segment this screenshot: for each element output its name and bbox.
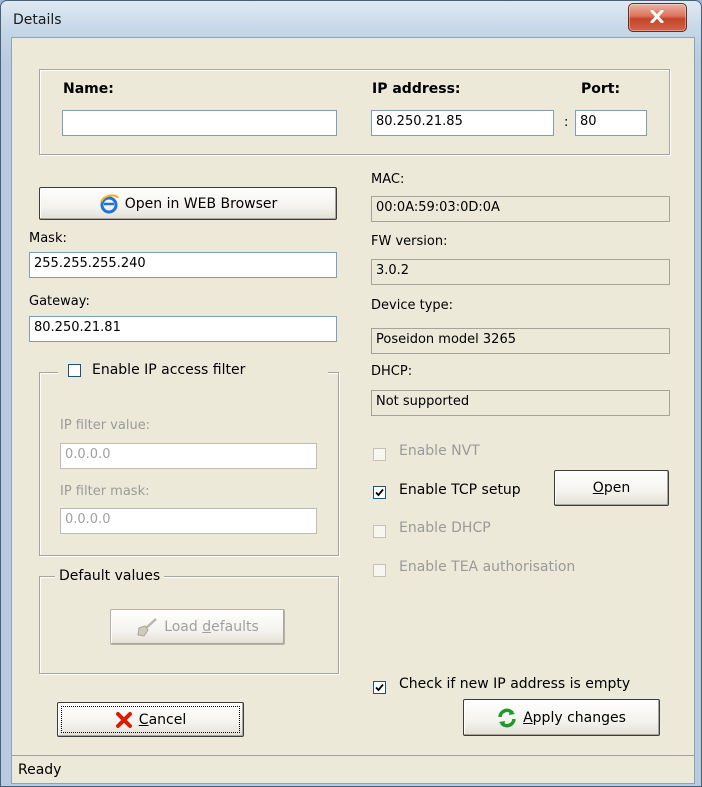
ip-filter-legend: Enable IP access filter — [58, 360, 328, 382]
check-new-ip-empty-label: Check if new IP address is empty — [399, 676, 631, 692]
ip-filter-mask-input[interactable]: 0.0.0.0 — [60, 508, 317, 534]
port-input[interactable]: 80 — [575, 110, 647, 136]
enable-tcp-setup-checkbox[interactable] — [373, 486, 386, 499]
mac-label: MAC: — [371, 172, 405, 187]
open-web-browser-label: Open in WEB Browser — [124, 195, 278, 212]
dialog-client: Name: IP address: 80.250.21.85 : Port: 8… — [11, 37, 695, 757]
check-new-ip-empty-checkbox[interactable] — [373, 681, 386, 694]
ie-icon — [99, 193, 119, 213]
enable-ip-filter-label: Enable IP access filter — [92, 362, 246, 378]
close-icon — [650, 10, 664, 23]
cancel-x-icon — [115, 711, 132, 728]
mask-input[interactable]: 255.255.255.240 — [29, 252, 337, 278]
default-values-legend: Default values — [55, 568, 165, 584]
open-button-label: Open — [592, 480, 631, 496]
ip-address-label: IP address: — [372, 81, 461, 97]
gateway-input[interactable]: 80.250.21.81 — [29, 316, 337, 342]
close-button[interactable] — [628, 3, 687, 32]
refresh-icon — [498, 708, 516, 727]
enable-dhcp-checkbox[interactable] — [373, 525, 386, 538]
enable-nvt-label: Enable NVT — [399, 443, 480, 459]
broom-icon — [137, 618, 158, 637]
enable-tea-checkbox[interactable] — [373, 564, 386, 577]
dialog-window: Details Name: IP address: 80.250.21.85 :… — [0, 0, 702, 787]
name-label: Name: — [63, 81, 114, 97]
fw-version-field: 3.0.2 — [371, 259, 670, 285]
ip-filter-value-input[interactable]: 0.0.0.0 — [60, 443, 317, 469]
enable-tea-label: Enable TEA authorisation — [399, 559, 576, 575]
enable-nvt-checkbox[interactable] — [373, 448, 386, 461]
port-label: Port: — [581, 81, 621, 97]
fw-version-label: FW version: — [371, 234, 448, 249]
title-bar[interactable]: Details — [1, 1, 701, 37]
window-title: Details — [13, 12, 62, 28]
dhcp-field: Not supported — [371, 390, 670, 416]
mask-label: Mask: — [29, 231, 67, 246]
checkmark-icon — [375, 683, 384, 692]
status-text: Ready — [18, 762, 62, 778]
device-type-label: Device type: — [371, 298, 454, 313]
ip-address-input[interactable]: 80.250.21.85 — [371, 110, 554, 136]
cancel-button[interactable]: Cancel — [57, 702, 244, 737]
name-input[interactable] — [62, 110, 337, 136]
gateway-label: Gateway: — [29, 294, 90, 309]
port-separator: : — [564, 115, 569, 130]
enable-dhcp-label: Enable DHCP — [399, 520, 491, 536]
open-web-browser-button[interactable]: Open in WEB Browser — [39, 187, 337, 220]
device-type-field: Poseidon model 3265 — [371, 328, 670, 354]
ip-filter-mask-label: IP filter mask: — [60, 484, 150, 499]
enable-tcp-setup-label: Enable TCP setup — [399, 482, 521, 498]
apply-changes-button[interactable]: Apply changes — [463, 699, 660, 736]
status-bar: Ready — [11, 755, 695, 784]
load-defaults-button[interactable]: Load defaults — [110, 609, 285, 645]
checkmark-icon — [375, 488, 384, 497]
enable-ip-filter-checkbox[interactable] — [68, 364, 81, 377]
apply-changes-label: Apply changes — [523, 709, 626, 726]
cancel-label: Cancel — [138, 711, 187, 728]
mac-field: 00:0A:59:03:0D:0A — [371, 196, 670, 222]
ip-filter-value-label: IP filter value: — [60, 418, 151, 433]
dhcp-label: DHCP: — [371, 364, 413, 379]
open-tcp-setup-button[interactable]: Open — [554, 470, 669, 506]
load-defaults-label: Load defaults — [164, 619, 259, 635]
